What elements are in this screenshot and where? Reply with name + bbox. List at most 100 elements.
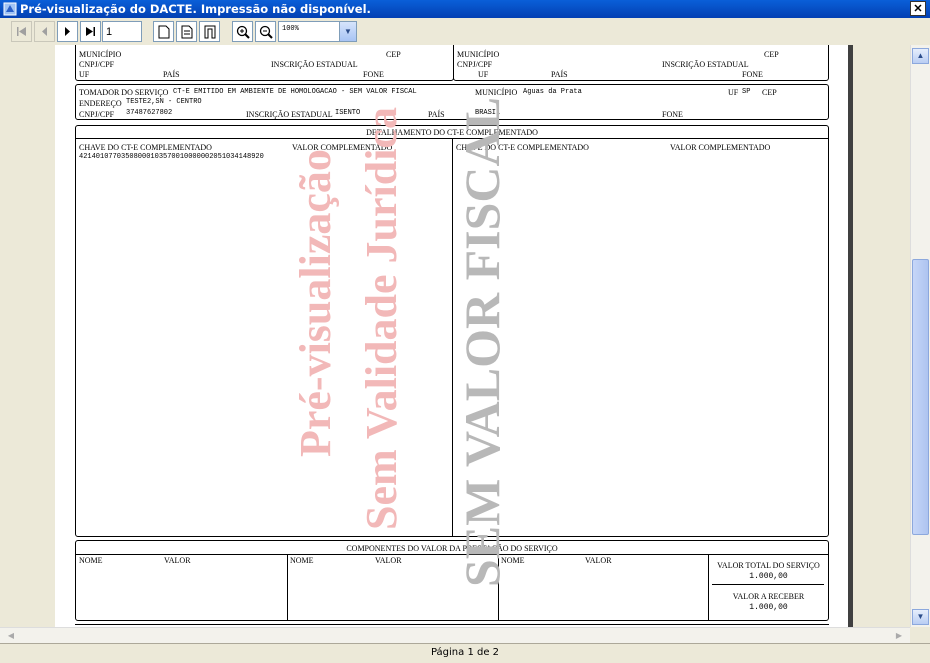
tomador-endereco-label: ENDEREÇO [79,99,122,108]
next-page-icon [65,27,70,36]
tomador-fone-label: FONE [662,110,683,119]
recipient-pais-label: PAÍS [551,70,568,79]
scroll-left-icon[interactable]: ◀ [3,629,19,643]
two-pages-button[interactable] [199,21,220,42]
first-page-icon [17,27,26,36]
close-icon: ✕ [913,3,923,15]
recipient-uf-label: UF [478,70,489,79]
page-number-input[interactable] [102,21,142,42]
sender-fone-label: FONE [363,70,384,79]
receber-label: VALOR A RECEBER [732,592,805,601]
window-title: Pré-visualização do DACTE. Impressão não… [20,2,371,16]
receber-value: 1.000,00 [749,603,788,612]
vertical-scrollbar[interactable]: ▲ ▼ [910,45,930,627]
zoom-select[interactable]: 100% ▼ [278,21,357,42]
zoom-value: 100% [282,25,299,33]
last-page-icon [86,27,95,36]
close-button[interactable]: ✕ [910,1,926,16]
last-page-button[interactable] [80,21,101,42]
total-label: VALOR TOTAL DO SERVIÇO [717,561,820,570]
tomador-label: TOMADOR DO SERVIÇO [79,88,169,97]
componentes-divider [76,554,828,555]
recipient-fone-label: FONE [742,70,763,79]
recipient-cep-label: CEP [764,50,779,59]
recipient-municipio-label: MUNICÍPIO [457,50,500,59]
viewport-background [0,45,55,627]
tomador-ie: ISENTO [335,109,361,117]
comp-nome-label-3: NOME [501,556,525,565]
comp-valor-label-3: VALOR [585,556,612,565]
zoom-in-button[interactable] [232,21,253,42]
app-icon [3,2,17,16]
componentes-title: COMPONENTES DO VALOR DA PRESTAÇÃO DO SER… [346,544,558,553]
componentes-col-divider-1 [287,554,288,620]
right-chave-label: CHAVE DO CT-E COMPLEMENTADO [456,143,589,152]
recipient-box: MUNICÍPIO CEP CNPJ/CPF INSCRIÇÃO ESTADUA… [453,45,829,81]
scroll-thumb[interactable] [912,259,929,535]
toolbar: 100% ▼ [0,18,930,46]
single-page-button[interactable] [153,21,174,42]
total-divider [712,584,824,585]
tomador-cnpj: 37487627802 [126,109,173,117]
scroll-corner [910,627,930,643]
detalhamento-title: DETALHAMENTO DO CT-E COMPLEMENTADO [366,128,538,137]
left-chave-value: 4214010770350800010357001000000205103414… [79,153,264,161]
next-page-button[interactable] [57,21,78,42]
page-width-button[interactable] [176,21,197,42]
total-value: 1.000,00 [749,572,788,581]
tomador-municipio-label: MUNICÍPIO [475,88,518,97]
title-bar: Pré-visualização do DACTE. Impressão não… [0,0,930,18]
comp-nome-label-1: NOME [79,556,103,565]
zoom-out-icon [259,25,273,39]
tomador-cnpj-label: CNPJ/CPF [79,110,115,119]
recipient-ie-label: INSCRIÇÃO ESTADUAL [662,60,749,69]
tomador-endereco: TESTE2,SN - CENTRO [126,98,202,106]
tomador-pais: BRASIL [475,109,501,117]
sender-box: MUNICÍPIO CEP CNPJ/CPF INSCRIÇÃO ESTADUA… [75,45,454,81]
page-info: Página 1 de 2 [430,647,500,658]
tomador-uf-label: UF [728,88,739,97]
zoom-out-button[interactable] [255,21,276,42]
scroll-down-icon[interactable]: ▼ [912,609,929,625]
viewport-background-right [848,45,910,627]
first-page-button[interactable] [11,21,32,42]
sender-cep-label: CEP [386,50,401,59]
detalhamento-box: DETALHAMENTO DO CT-E COMPLEMENTADO CHAVE… [75,125,829,537]
tomador-pais-label: PAÍS [428,110,445,119]
comp-nome-label-2: NOME [290,556,314,565]
horizontal-scrollbar[interactable]: ◀ ▶ [0,627,910,644]
sender-cnpj-label: CNPJ/CPF [79,60,115,69]
tomador-cep-label: CEP [762,88,777,97]
zoom-in-icon [236,25,250,39]
previous-page-button[interactable] [34,21,55,42]
document-viewport[interactable]: MUNICÍPIO CEP CNPJ/CPF INSCRIÇÃO ESTADUA… [0,45,910,627]
tomador-ie-label: INSCRIÇÃO ESTADUAL [246,110,333,119]
status-bar: Página 1 de 2 [0,643,930,663]
componentes-box: COMPONENTES DO VALOR DA PRESTAÇÃO DO SER… [75,540,829,621]
sender-pais-label: PAÍS [163,70,180,79]
page-width-icon [181,25,192,38]
recipient-cnpj-label: CNPJ/CPF [457,60,493,69]
next-section-top [75,624,829,625]
right-valor-label: VALOR COMPLEMENTADO [670,143,771,152]
tomador-nome: CT-E EMITIDO EM AMBIENTE DE HOMOLOGACAO … [173,88,417,96]
scroll-right-icon[interactable]: ▶ [891,629,907,643]
previous-page-icon [42,27,47,36]
comp-valor-label-1: VALOR [164,556,191,565]
tomador-uf: SP [742,88,751,96]
componentes-col-divider-2 [498,554,499,620]
sender-ie-label: INSCRIÇÃO ESTADUAL [271,60,358,69]
sender-municipio-label: MUNICÍPIO [79,50,122,59]
scroll-up-icon[interactable]: ▲ [912,48,929,64]
chevron-down-icon[interactable]: ▼ [339,22,356,41]
page-shadow [848,45,853,627]
left-valor-label: VALOR COMPLEMENTADO [292,143,393,152]
sender-uf-label: UF [79,70,90,79]
single-page-icon [158,25,169,38]
detalhamento-col-divider [452,138,453,536]
left-chave-label: CHAVE DO CT-E COMPLEMENTADO [79,143,212,152]
tomador-box: TOMADOR DO SERVIÇO CT-E EMITIDO EM AMBIE… [75,84,829,120]
comp-valor-label-2: VALOR [375,556,402,565]
tomador-municipio: Aguas da Prata [523,88,582,96]
two-pages-icon [204,25,215,38]
